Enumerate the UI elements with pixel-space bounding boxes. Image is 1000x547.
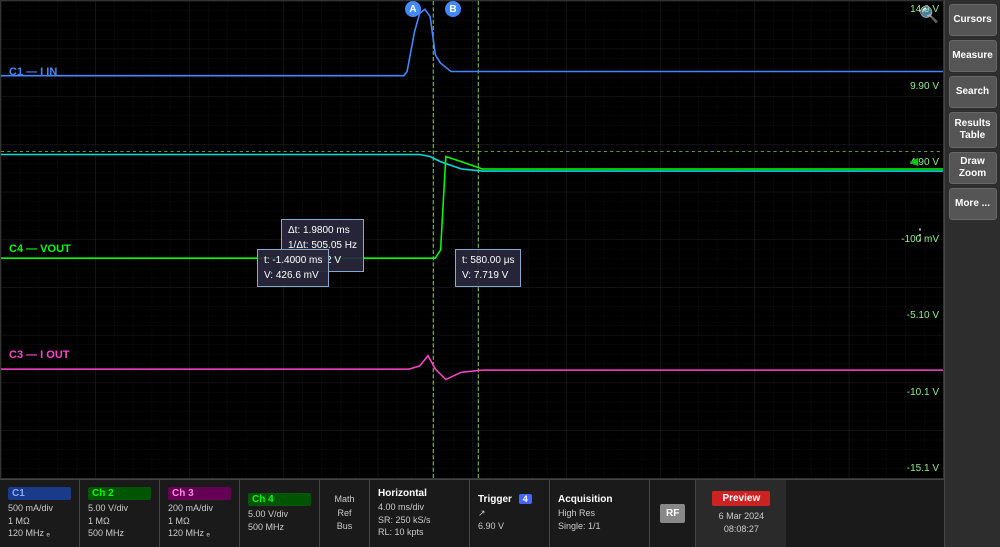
trigger-channel-badge: 4 xyxy=(519,494,532,504)
ch1-volts-div: 500 mA/div xyxy=(8,502,71,515)
draw-zoom-button[interactable]: Draw Zoom xyxy=(949,152,997,184)
horizontal-sr: SR: 250 kS/s xyxy=(378,514,461,527)
preview-label: Preview xyxy=(712,491,770,506)
rf-button[interactable]: RF xyxy=(660,504,685,523)
main-area: 14.9 V 9.90 V 4.90 V -100 mV -5.10 V -10… xyxy=(0,0,944,547)
acquisition-label: Acquisition xyxy=(558,494,641,505)
ch1-bandwidth: 120 MHz ₑ xyxy=(8,527,71,540)
trigger-info: Trigger 4 ↗ 6.90 V xyxy=(470,480,550,547)
cursor-b-box: t: 580.00 μs V: 7.719 V xyxy=(455,249,521,287)
ch3-impedance: 1 MΩ xyxy=(168,515,231,528)
search-button[interactable]: Search xyxy=(949,76,997,108)
cursor-a-box: t: -1.4000 ms V: 426.6 mV xyxy=(257,249,329,287)
horizontal-label: Horizontal xyxy=(378,488,461,499)
ch2-volts-div: 5.00 V/div xyxy=(88,502,151,515)
preview-date: 6 Mar 2024 xyxy=(719,510,765,524)
ref-label: Ref xyxy=(337,507,351,521)
right-panel: Cursors Measure Search Results Table Dra… xyxy=(944,0,1000,547)
waveform-area: 14.9 V 9.90 V 4.90 V -100 mV -5.10 V -10… xyxy=(0,0,944,479)
ch2-info: Ch 2 5.00 V/div 1 MΩ 500 MHz xyxy=(80,480,160,547)
y-label-5: -5.10 V xyxy=(901,311,939,321)
ch3-info: Ch 3 200 mA/div 1 MΩ 120 MHz ₑ xyxy=(160,480,240,547)
ch3-bandwidth: 120 MHz ₑ xyxy=(168,527,231,540)
ch3-volts-div: 200 mA/div xyxy=(168,502,231,515)
ch4-label: C4 — VOUT xyxy=(9,243,71,255)
waveform-svg xyxy=(1,1,943,478)
cursor-b-v: V: 7.719 V xyxy=(462,268,514,283)
y-label-6: -10.1 V xyxy=(901,388,939,398)
ch2-arrow-indicator: ◄ xyxy=(907,153,921,169)
preview-area: Preview 6 Mar 2024 08:08:27 xyxy=(696,480,786,547)
horizontal-rl: RL: 10 kpts xyxy=(378,526,461,539)
math-label: Math xyxy=(334,493,354,507)
horizontal-time-div: 4.00 ms/div xyxy=(378,501,461,514)
more-button[interactable]: More ... xyxy=(949,188,997,220)
ch2-bandwidth: 500 MHz xyxy=(88,527,151,540)
cursors-button[interactable]: Cursors xyxy=(949,4,997,36)
ch2-info-label: Ch 2 xyxy=(88,487,151,500)
ch3-info-label: Ch 3 xyxy=(168,487,231,500)
preview-time: 08:08:27 xyxy=(724,523,759,537)
trigger-arrow: ↗ xyxy=(478,507,541,520)
ch1-info: C1 500 mA/div 1 MΩ 120 MHz ₑ xyxy=(0,480,80,547)
acquisition-mode: High Res xyxy=(558,507,641,520)
zoom-icon[interactable]: 🔍 xyxy=(919,5,939,25)
cursor-a-v: V: 426.6 mV xyxy=(264,268,322,283)
cursor-delta-t: Δt: 1.9800 ms xyxy=(288,223,357,238)
ch4-bandwidth: 500 MHz xyxy=(248,521,311,534)
ch2-impedance: 1 MΩ xyxy=(88,515,151,528)
ch4-info: Ch 4 5.00 V/div 500 MHz xyxy=(240,480,320,547)
status-bar: C1 500 mA/div 1 MΩ 120 MHz ₑ Ch 2 5.00 V… xyxy=(0,479,944,547)
y-label-2: 9.90 V xyxy=(901,82,939,92)
y-label-7: -15.1 V xyxy=(901,464,939,474)
acquisition-single: Single: 1/1 xyxy=(558,520,641,533)
ch1-label: C1 — I IN xyxy=(9,66,57,78)
cursor-marker-b: B xyxy=(445,1,461,17)
acquisition-info: Acquisition High Res Single: 1/1 xyxy=(550,480,650,547)
ch1-info-label: C1 xyxy=(8,487,71,500)
cursor-a-t: t: -1.4000 ms xyxy=(264,253,322,268)
trigger-voltage: 6.90 V xyxy=(478,520,541,533)
results-table-button[interactable]: Results Table xyxy=(949,112,997,148)
ch1-impedance: 1 MΩ xyxy=(8,515,71,528)
math-ref-bus[interactable]: Math Ref Bus xyxy=(320,480,370,547)
bus-label: Bus xyxy=(337,520,353,534)
measure-button[interactable]: Measure xyxy=(949,40,997,72)
ch4-volts-div: 5.00 V/div xyxy=(248,508,311,521)
horizontal-info: Horizontal 4.00 ms/div SR: 250 kS/s RL: … xyxy=(370,480,470,547)
cursor-marker-a: A xyxy=(405,1,421,17)
rf-section: RF xyxy=(650,480,696,547)
context-menu-dots[interactable]: ⋮ xyxy=(912,225,927,245)
trigger-label: Trigger 4 xyxy=(478,494,541,505)
cursor-b-t: t: 580.00 μs xyxy=(462,253,514,268)
ch4-info-label: Ch 4 xyxy=(248,493,311,506)
ch3-label: C3 — I OUT xyxy=(9,349,70,361)
